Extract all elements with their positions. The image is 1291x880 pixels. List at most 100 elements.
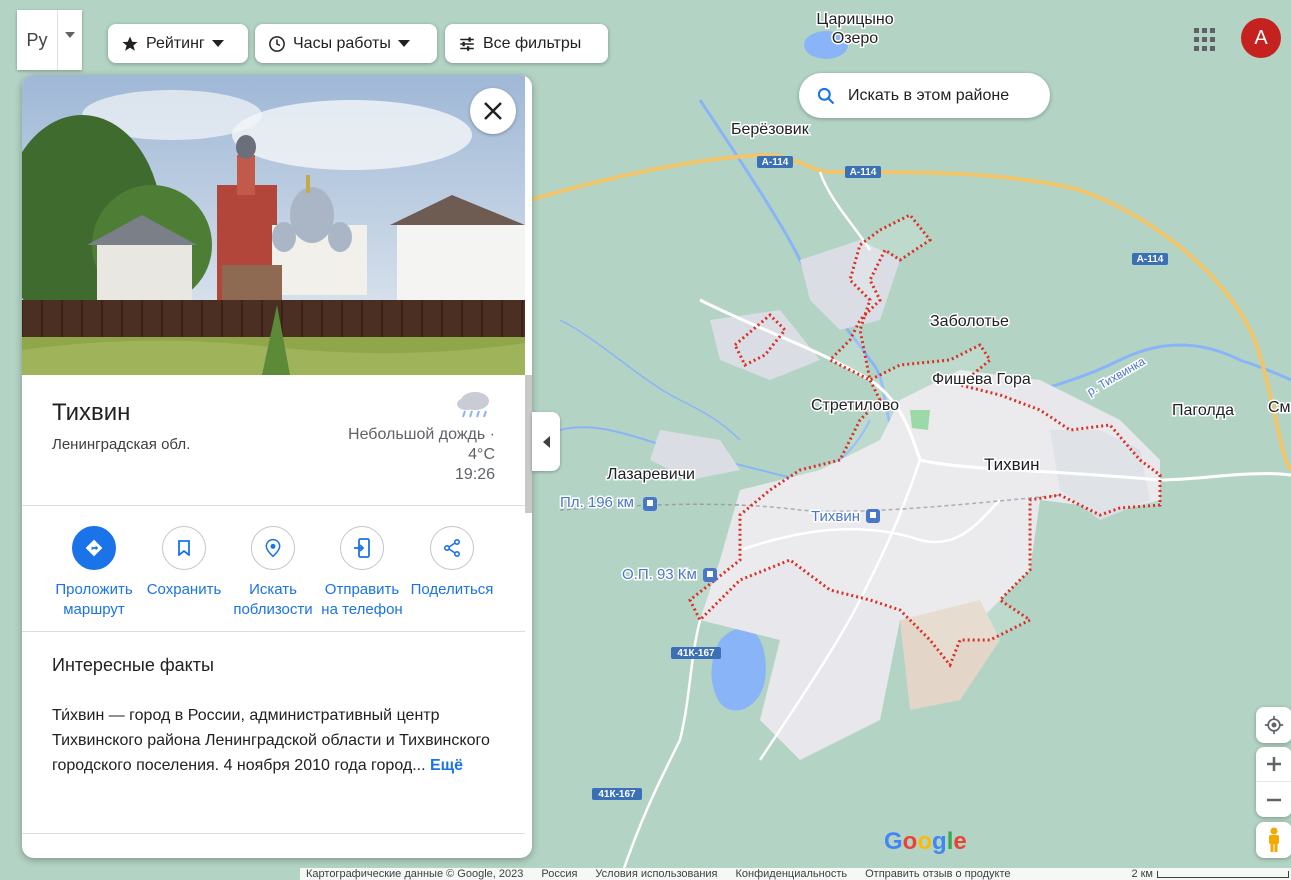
scale-bar[interactable]: 2 км — [1131, 868, 1291, 880]
train-station-icon[interactable] — [866, 509, 880, 523]
footer-feedback-link[interactable]: Отправить отзыв о продукте — [865, 868, 1010, 880]
facts-text: Ти́хвин — город в России, административн… — [52, 703, 492, 778]
route-shield-a114: А-114 — [757, 156, 793, 168]
route-shield-41k167: 41К-167 — [592, 788, 642, 800]
panel-scrollbar[interactable] — [525, 375, 532, 513]
map-label-berezovik[interactable]: Берёзовик — [730, 120, 812, 140]
divider — [22, 833, 525, 834]
train-station-icon[interactable] — [703, 568, 717, 582]
footer-terms-link[interactable]: Условия использования — [595, 868, 717, 880]
plus-icon — [1267, 757, 1281, 771]
language-label[interactable]: Ру — [17, 10, 57, 70]
street-view-pegman-button[interactable] — [1256, 822, 1291, 858]
share-label: Поделиться — [410, 581, 494, 598]
zoom-in-button[interactable] — [1256, 747, 1291, 782]
minus-icon — [1267, 798, 1281, 801]
apps-grid-icon[interactable] — [1193, 27, 1219, 53]
map-label-sm[interactable]: См — [1267, 398, 1291, 418]
map-label-fisheva-gora[interactable]: Фишева Гора — [931, 370, 1033, 390]
search-this-area-button[interactable]: Искать в этом районе — [799, 73, 1050, 118]
zoom-controls — [1256, 747, 1291, 817]
pegman-icon — [1269, 827, 1279, 852]
map-label-pagolda[interactable]: Паголда — [1171, 401, 1236, 421]
weather-condition: Небольшой дождь · — [348, 426, 495, 443]
place-title: Тихвин — [52, 399, 131, 426]
footer-map-data: Картографические данные © Google, 2023 — [306, 868, 524, 880]
svg-text:А-114: А-114 — [762, 157, 789, 168]
all-filters-chip[interactable]: Все фильтры — [445, 24, 608, 63]
route-shield-a114: А-114 — [845, 166, 881, 178]
close-button[interactable] — [470, 88, 516, 134]
directions-label: Проложить маршрут — [55, 581, 133, 618]
rain-cloud-icon — [457, 392, 489, 418]
footer-privacy-link[interactable]: Конфиденциальность — [736, 868, 848, 880]
rating-chip-label: Рейтинг — [146, 34, 205, 52]
map-label-lake-1[interactable]: Царицыно — [815, 10, 895, 30]
collapse-panel-button[interactable] — [532, 412, 560, 471]
facts-body: Ти́хвин — город в России, административн… — [52, 707, 490, 774]
hours-filter-chip[interactable]: Часы работы — [255, 24, 437, 63]
send-to-phone-label: Отправить на телефон — [321, 581, 403, 618]
station-label-pl196[interactable]: Пл. 196 км — [559, 493, 636, 513]
star-icon — [122, 36, 138, 51]
share-button[interactable]: Поделиться — [406, 526, 498, 600]
map-label-zabolotye[interactable]: Заболотье — [929, 312, 1011, 332]
divider — [22, 631, 525, 632]
language-input-button[interactable]: Ру — [17, 10, 82, 70]
map-label-stretilovo[interactable]: Стретилово — [810, 396, 901, 416]
nearby-icon — [251, 526, 295, 570]
map-label-tikhvin[interactable]: Тихвин — [983, 454, 1042, 476]
place-region: Ленинградская обл. — [52, 436, 191, 453]
account-avatar[interactable]: A — [1241, 18, 1281, 58]
map-footer: Картографические данные © Google, 2023 Р… — [300, 868, 1291, 880]
nearby-label: Искать поблизости — [233, 581, 313, 618]
directions-icon — [72, 526, 116, 570]
route-shield-41k167: 41К-167 — [671, 647, 721, 659]
sliders-icon — [460, 36, 474, 51]
weather-temperature: 4°C — [468, 446, 495, 463]
svg-text:А-114: А-114 — [1137, 254, 1164, 265]
station-label-op93[interactable]: О.П. 93 Км — [621, 565, 699, 585]
map-label-lake-2[interactable]: Озеро — [830, 29, 879, 49]
svg-text:А-114: А-114 — [850, 167, 877, 178]
svg-text:41К-167: 41К-167 — [677, 648, 715, 659]
chevron-down-icon — [397, 40, 410, 47]
send-to-phone-icon — [340, 526, 384, 570]
place-panel: Тихвин Ленинградская обл. Небольшой дожд… — [22, 75, 532, 858]
save-button[interactable]: Сохранить — [138, 526, 230, 600]
my-location-icon — [1264, 715, 1284, 735]
facts-heading: Интересные факты — [52, 655, 214, 675]
close-icon — [484, 102, 502, 120]
route-shield-a114: А-114 — [1132, 253, 1168, 265]
clock-icon — [269, 35, 285, 52]
search-icon — [817, 87, 835, 104]
search-area-label: Искать в этом районе — [848, 86, 1010, 104]
google-logo: Google — [884, 828, 967, 855]
send-to-phone-button[interactable]: Отправить на телефон — [316, 526, 408, 620]
nearby-button[interactable]: Искать поблизости — [227, 526, 319, 620]
share-icon — [430, 526, 474, 570]
weather-info: Небольшой дождь · 4°C 19:26 — [295, 425, 495, 485]
directions-button[interactable]: Проложить маршрут — [48, 526, 140, 620]
footer-country-link[interactable]: Россия — [541, 868, 577, 880]
divider — [22, 505, 525, 506]
map-label-lazarevichi[interactable]: Лазаревичи — [606, 465, 697, 485]
scale-label: 2 км — [1131, 868, 1153, 880]
facts-more-link[interactable]: Ещё — [430, 757, 463, 774]
bookmark-icon — [162, 526, 206, 570]
weather-time: 19:26 — [454, 466, 495, 483]
my-location-button[interactable] — [1256, 707, 1291, 743]
zoom-out-button[interactable] — [1256, 782, 1291, 817]
chevron-down-icon[interactable] — [57, 10, 82, 70]
scale-bar-line — [1157, 870, 1289, 878]
station-label-tikhvin[interactable]: Тихвин — [810, 507, 862, 527]
train-station-icon[interactable] — [643, 497, 657, 511]
place-photo[interactable] — [22, 75, 525, 375]
rating-filter-chip[interactable]: Рейтинг — [108, 24, 248, 63]
svg-text:41К-167: 41К-167 — [598, 789, 636, 800]
save-label: Сохранить — [146, 581, 222, 598]
chevron-left-icon — [542, 435, 550, 448]
all-filters-label: Все фильтры — [483, 34, 582, 52]
chevron-down-icon — [211, 40, 224, 47]
hours-chip-label: Часы работы — [293, 34, 391, 52]
